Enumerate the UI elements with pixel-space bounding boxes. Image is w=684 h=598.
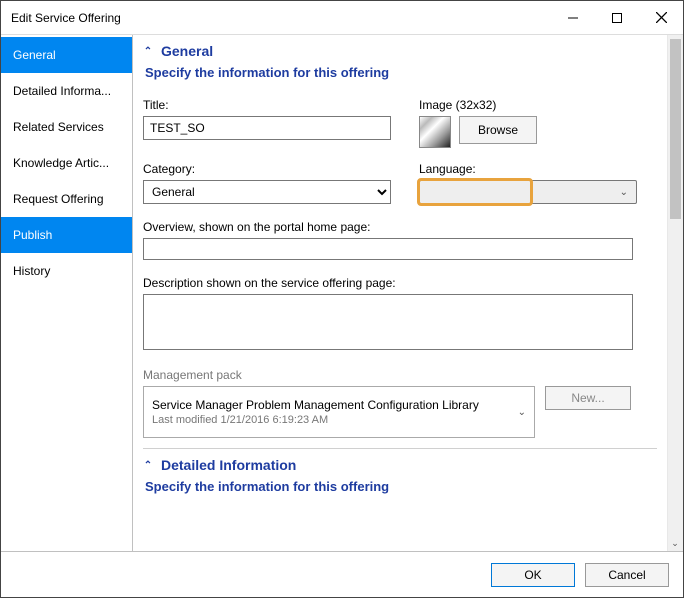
- management-pack-select[interactable]: Service Manager Problem Management Confi…: [143, 386, 535, 438]
- ok-button[interactable]: OK: [491, 563, 575, 587]
- section-subtitle: Specify the information for this offerin…: [145, 479, 657, 494]
- title-label: Title:: [143, 98, 391, 112]
- description-label: Description shown on the service offerin…: [143, 276, 657, 290]
- scrollbar[interactable]: ▴ ⌄: [667, 35, 683, 551]
- maximize-button[interactable]: [595, 3, 639, 33]
- scroll-down-icon[interactable]: ⌄: [667, 535, 683, 551]
- highlight-marker: [417, 178, 533, 206]
- sidebar-item-history[interactable]: History: [1, 253, 132, 289]
- window-title: Edit Service Offering: [11, 11, 121, 25]
- new-management-pack-button[interactable]: New...: [545, 386, 631, 410]
- sidebar: General Detailed Informa... Related Serv…: [1, 35, 133, 551]
- language-select[interactable]: ⌄: [419, 180, 637, 204]
- chevron-down-icon: ⌄: [518, 407, 526, 418]
- management-pack-value: Service Manager Problem Management Confi…: [152, 398, 479, 412]
- section-header-general[interactable]: ⌃ General: [143, 41, 657, 63]
- window-controls: [551, 3, 683, 33]
- minimize-button[interactable]: [551, 3, 595, 33]
- content-pane: ⌃ General Specify the information for th…: [133, 35, 667, 551]
- close-button[interactable]: [639, 3, 683, 33]
- section-subtitle: Specify the information for this offerin…: [145, 65, 657, 80]
- management-pack-label: Management pack: [143, 368, 657, 382]
- titlebar: Edit Service Offering: [1, 1, 683, 35]
- sidebar-item-detailed-information[interactable]: Detailed Informa...: [1, 73, 132, 109]
- management-pack-modified: Last modified 1/21/2016 6:19:23 AM: [152, 414, 479, 426]
- browse-button[interactable]: Browse: [459, 116, 537, 144]
- image-label: Image (32x32): [419, 98, 537, 112]
- section-title: Detailed Information: [161, 457, 296, 473]
- title-input[interactable]: [143, 116, 391, 140]
- chevron-down-icon: ⌄: [620, 187, 628, 198]
- scrollbar-thumb[interactable]: [670, 39, 681, 219]
- edit-service-offering-dialog: Edit Service Offering General Detailed I…: [0, 0, 684, 598]
- category-select[interactable]: General: [143, 180, 391, 204]
- sidebar-item-general[interactable]: General: [1, 37, 132, 73]
- section-separator: [143, 448, 657, 449]
- description-textarea[interactable]: [143, 294, 633, 350]
- section-header-detailed[interactable]: ⌃ Detailed Information: [143, 455, 657, 477]
- collapse-icon: ⌃: [143, 46, 153, 57]
- section-title: General: [161, 43, 213, 59]
- sidebar-item-publish[interactable]: Publish: [1, 217, 132, 253]
- overview-label: Overview, shown on the portal home page:: [143, 220, 657, 234]
- overview-textarea[interactable]: [143, 238, 633, 260]
- dialog-footer: OK Cancel: [1, 551, 683, 597]
- sidebar-item-knowledge-articles[interactable]: Knowledge Artic...: [1, 145, 132, 181]
- cancel-button[interactable]: Cancel: [585, 563, 669, 587]
- sidebar-item-request-offering[interactable]: Request Offering: [1, 181, 132, 217]
- category-label: Category:: [143, 162, 391, 176]
- sidebar-item-related-services[interactable]: Related Services: [1, 109, 132, 145]
- collapse-icon: ⌃: [143, 460, 153, 471]
- image-thumbnail: [419, 116, 451, 148]
- language-label: Language:: [419, 162, 637, 176]
